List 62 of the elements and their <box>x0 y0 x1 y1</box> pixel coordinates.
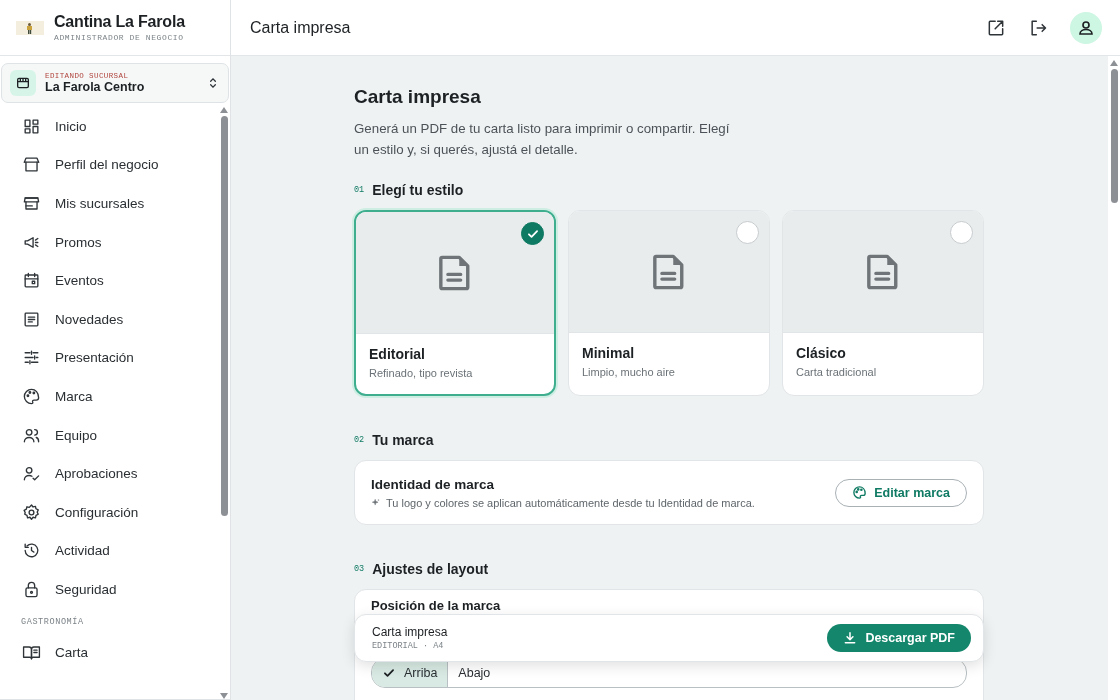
style-name: Minimal <box>582 345 636 361</box>
step-number: 02 <box>354 435 365 445</box>
sidebar-item[interactable]: Promos <box>12 222 218 262</box>
scrollbar-thumb[interactable] <box>220 116 228 516</box>
style-name: Clásico <box>796 345 847 361</box>
scrollbar-thumb[interactable] <box>1110 69 1118 203</box>
style-card[interactable]: Editorial Refinado, tipo revista <box>354 210 556 396</box>
style-description: Limpio, mucho aire <box>582 366 676 378</box>
style-description: Carta tradicional <box>796 366 878 378</box>
avatar-button[interactable] <box>1070 11 1102 44</box>
scroll-up-icon[interactable] <box>220 107 228 113</box>
palette-icon <box>852 485 868 500</box>
person-check-icon <box>22 464 41 484</box>
calendar-icon <box>22 271 41 291</box>
scroll-up-icon[interactable] <box>1110 60 1118 66</box>
dashboard-icon <box>22 116 41 136</box>
palette-icon <box>22 386 41 406</box>
scroll-down-icon[interactable] <box>220 693 228 699</box>
section-title: Tu marca <box>372 432 434 448</box>
sidebar-item[interactable]: Eventos <box>12 261 218 300</box>
page-title: Carta impresa <box>354 86 482 108</box>
bar-title: Carta impresa <box>372 625 449 639</box>
page-description: Generá un PDF de tu carta listo para imprimir o compartir. Elegí un estilo y, si querés, ajustá el detalle. <box>354 120 731 159</box>
padlock-icon <box>22 579 41 599</box>
check-icon <box>382 666 396 680</box>
header-title: Carta impresa <box>250 18 352 37</box>
section-title: Ajustes de layout <box>372 561 489 577</box>
sidebar-item[interactable]: Inicio <box>12 107 218 146</box>
style-name: Editorial <box>369 346 426 362</box>
store-icon <box>22 194 41 213</box>
edit-brand-button[interactable]: Editar marca <box>835 478 967 507</box>
style-description: Refinado, tipo revista <box>369 367 474 379</box>
sparkle-icon <box>371 497 381 508</box>
sidebar-item[interactable]: Perfil del negocio <box>12 145 218 185</box>
step-number: 01 <box>354 185 365 195</box>
style-card[interactable]: Clásico Carta tradicional <box>782 210 984 396</box>
role-label: ADMINISTRADOR DE NEGOCIO <box>54 33 185 42</box>
section-label: GASTRONOMÍA <box>20 615 85 629</box>
field-label: Posición de la marca <box>371 598 501 613</box>
card-title: Identidad de marca <box>371 476 496 492</box>
business-name: Cantina La Farola <box>54 13 185 31</box>
sidebar-item[interactable]: Presentación <box>12 338 218 378</box>
sidebar-item[interactable]: Configuración <box>12 492 218 532</box>
sidebar-item[interactable]: Mis sucursales <box>12 184 218 223</box>
branch-name: La Farola Centro <box>45 80 146 94</box>
sidebar-item[interactable]: Actividad <box>12 531 218 571</box>
sidebar-item[interactable]: Novedades <box>12 299 218 339</box>
sidebar-item[interactable]: Carta <box>12 632 218 672</box>
download-icon <box>843 631 858 645</box>
gear-icon <box>22 502 41 522</box>
sidebar-item[interactable]: Seguridad <box>12 570 218 609</box>
document-icon <box>22 309 41 329</box>
brand-note: Tu logo y colores se aplican automáticamente desde tu Identidad de marca. <box>386 496 755 509</box>
style-card[interactable]: Minimal Limpio, mucho aire <box>568 210 770 396</box>
bar-meta: EDITORIAL · A4 <box>372 641 445 651</box>
download-button[interactable]: Descargar PDF <box>827 624 971 652</box>
step-number: 03 <box>354 564 365 574</box>
sidebar-item[interactable]: Aprobaciones <box>12 454 218 493</box>
sidebar-item[interactable]: Equipo <box>12 415 218 455</box>
section-title: Elegí tu estilo <box>372 182 464 198</box>
sidebar-item[interactable]: Marca <box>12 377 218 416</box>
user-icon <box>1077 18 1095 37</box>
